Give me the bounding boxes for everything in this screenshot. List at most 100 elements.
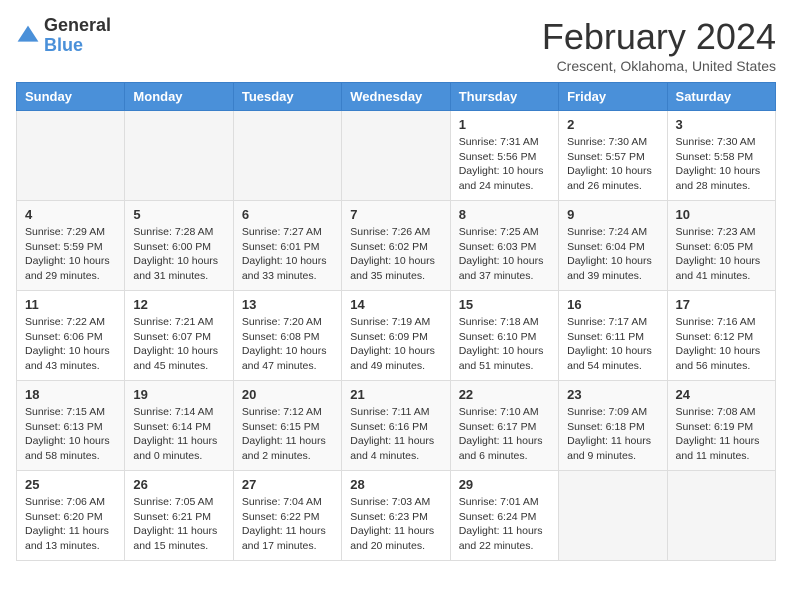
calendar-cell: 4 Sunrise: 7:29 AM Sunset: 5:59 PM Daylig… <box>17 201 125 291</box>
day-info: Sunrise: 7:17 AM Sunset: 6:11 PM Dayligh… <box>567 315 658 374</box>
calendar-cell: 19 Sunrise: 7:14 AM Sunset: 6:14 PM Dayli… <box>125 381 233 471</box>
calendar-cell: 1 Sunrise: 7:31 AM Sunset: 5:56 PM Daylig… <box>450 111 558 201</box>
day-info: Sunrise: 7:29 AM Sunset: 5:59 PM Dayligh… <box>25 225 116 284</box>
day-number: 8 <box>459 207 550 222</box>
day-info: Sunrise: 7:18 AM Sunset: 6:10 PM Dayligh… <box>459 315 550 374</box>
calendar-cell <box>233 111 341 201</box>
col-sunday: Sunday <box>17 83 125 111</box>
day-info: Sunrise: 7:20 AM Sunset: 6:08 PM Dayligh… <box>242 315 333 374</box>
logo-text: General Blue <box>44 16 111 56</box>
day-number: 17 <box>676 297 767 312</box>
day-info: Sunrise: 7:05 AM Sunset: 6:21 PM Dayligh… <box>133 495 224 554</box>
logo-general: General <box>44 16 111 36</box>
day-number: 13 <box>242 297 333 312</box>
title-area: February 2024 Crescent, Oklahoma, United… <box>542 16 776 74</box>
day-number: 2 <box>567 117 658 132</box>
calendar-cell: 5 Sunrise: 7:28 AM Sunset: 6:00 PM Daylig… <box>125 201 233 291</box>
day-number: 28 <box>350 477 441 492</box>
col-tuesday: Tuesday <box>233 83 341 111</box>
day-info: Sunrise: 7:23 AM Sunset: 6:05 PM Dayligh… <box>676 225 767 284</box>
calendar-cell <box>667 471 775 561</box>
calendar-cell <box>17 111 125 201</box>
calendar-cell: 20 Sunrise: 7:12 AM Sunset: 6:15 PM Dayli… <box>233 381 341 471</box>
calendar-cell: 25Sunrise: 7:06 AM Sunset: 6:20 PM Dayli… <box>17 471 125 561</box>
day-info: Sunrise: 7:25 AM Sunset: 6:03 PM Dayligh… <box>459 225 550 284</box>
header: General Blue February 2024 Crescent, Okl… <box>16 16 776 74</box>
day-info: Sunrise: 7:03 AM Sunset: 6:23 PM Dayligh… <box>350 495 441 554</box>
calendar-cell: 9 Sunrise: 7:24 AM Sunset: 6:04 PM Daylig… <box>559 201 667 291</box>
calendar-cell: 21Sunrise: 7:11 AM Sunset: 6:16 PM Dayli… <box>342 381 450 471</box>
day-info: Sunrise: 7:28 AM Sunset: 6:00 PM Dayligh… <box>133 225 224 284</box>
day-number: 19 <box>133 387 224 402</box>
calendar-cell: 26Sunrise: 7:05 AM Sunset: 6:21 PM Dayli… <box>125 471 233 561</box>
calendar-cell: 7 Sunrise: 7:26 AM Sunset: 6:02 PM Daylig… <box>342 201 450 291</box>
calendar-title: February 2024 <box>542 16 776 58</box>
day-number: 16 <box>567 297 658 312</box>
calendar-cell: 16 Sunrise: 7:17 AM Sunset: 6:11 PM Dayli… <box>559 291 667 381</box>
calendar-subtitle: Crescent, Oklahoma, United States <box>542 58 776 74</box>
calendar-cell: 6 Sunrise: 7:27 AM Sunset: 6:01 PM Daylig… <box>233 201 341 291</box>
day-number: 10 <box>676 207 767 222</box>
day-number: 24 <box>676 387 767 402</box>
day-info: Sunrise: 7:26 AM Sunset: 6:02 PM Dayligh… <box>350 225 441 284</box>
header-row: Sunday Monday Tuesday Wednesday Thursday… <box>17 83 776 111</box>
day-number: 21 <box>350 387 441 402</box>
day-number: 7 <box>350 207 441 222</box>
day-info: Sunrise: 7:12 AM Sunset: 6:15 PM Dayligh… <box>242 405 333 464</box>
calendar-cell: 27 Sunrise: 7:04 AM Sunset: 6:22 PM Dayli… <box>233 471 341 561</box>
calendar-cell <box>559 471 667 561</box>
calendar-cell: 28 Sunrise: 7:03 AM Sunset: 6:23 PM Dayli… <box>342 471 450 561</box>
day-number: 4 <box>25 207 116 222</box>
day-number: 9 <box>567 207 658 222</box>
day-number: 6 <box>242 207 333 222</box>
day-number: 23 <box>567 387 658 402</box>
day-info: Sunrise: 7:30 AM Sunset: 5:58 PM Dayligh… <box>676 135 767 194</box>
day-info: Sunrise: 7:31 AM Sunset: 5:56 PM Dayligh… <box>459 135 550 194</box>
day-number: 1 <box>459 117 550 132</box>
col-thursday: Thursday <box>450 83 558 111</box>
calendar-week-3: 11 Sunrise: 7:22 AM Sunset: 6:06 PM Dayli… <box>17 291 776 381</box>
calendar-cell: 29 Sunrise: 7:01 AM Sunset: 6:24 PM Dayli… <box>450 471 558 561</box>
col-saturday: Saturday <box>667 83 775 111</box>
calendar-week-2: 4 Sunrise: 7:29 AM Sunset: 5:59 PM Daylig… <box>17 201 776 291</box>
day-info: Sunrise: 7:22 AM Sunset: 6:06 PM Dayligh… <box>25 315 116 374</box>
day-number: 5 <box>133 207 224 222</box>
day-number: 15 <box>459 297 550 312</box>
logo-blue: Blue <box>44 36 111 56</box>
day-number: 27 <box>242 477 333 492</box>
calendar-cell: 15 Sunrise: 7:18 AM Sunset: 6:10 PM Dayli… <box>450 291 558 381</box>
col-monday: Monday <box>125 83 233 111</box>
day-info: Sunrise: 7:01 AM Sunset: 6:24 PM Dayligh… <box>459 495 550 554</box>
calendar-cell: 23Sunrise: 7:09 AM Sunset: 6:18 PM Dayli… <box>559 381 667 471</box>
calendar-week-4: 18 Sunrise: 7:15 AM Sunset: 6:13 PM Dayli… <box>17 381 776 471</box>
calendar-cell <box>342 111 450 201</box>
day-info: Sunrise: 7:10 AM Sunset: 6:17 PM Dayligh… <box>459 405 550 464</box>
calendar-cell: 13 Sunrise: 7:20 AM Sunset: 6:08 PM Dayli… <box>233 291 341 381</box>
calendar-cell: 24Sunrise: 7:08 AM Sunset: 6:19 PM Dayli… <box>667 381 775 471</box>
day-number: 11 <box>25 297 116 312</box>
calendar-week-1: 1 Sunrise: 7:31 AM Sunset: 5:56 PM Daylig… <box>17 111 776 201</box>
col-wednesday: Wednesday <box>342 83 450 111</box>
day-number: 18 <box>25 387 116 402</box>
calendar-cell: 18 Sunrise: 7:15 AM Sunset: 6:13 PM Dayli… <box>17 381 125 471</box>
day-info: Sunrise: 7:24 AM Sunset: 6:04 PM Dayligh… <box>567 225 658 284</box>
day-number: 14 <box>350 297 441 312</box>
day-info: Sunrise: 7:15 AM Sunset: 6:13 PM Dayligh… <box>25 405 116 464</box>
day-info: Sunrise: 7:30 AM Sunset: 5:57 PM Dayligh… <box>567 135 658 194</box>
day-number: 20 <box>242 387 333 402</box>
calendar-table: Sunday Monday Tuesday Wednesday Thursday… <box>16 82 776 561</box>
day-number: 25 <box>25 477 116 492</box>
calendar-week-5: 25Sunrise: 7:06 AM Sunset: 6:20 PM Dayli… <box>17 471 776 561</box>
calendar-cell: 12Sunrise: 7:21 AM Sunset: 6:07 PM Dayli… <box>125 291 233 381</box>
day-info: Sunrise: 7:04 AM Sunset: 6:22 PM Dayligh… <box>242 495 333 554</box>
day-number: 3 <box>676 117 767 132</box>
day-info: Sunrise: 7:27 AM Sunset: 6:01 PM Dayligh… <box>242 225 333 284</box>
day-info: Sunrise: 7:14 AM Sunset: 6:14 PM Dayligh… <box>133 405 224 464</box>
day-number: 22 <box>459 387 550 402</box>
calendar-cell: 2 Sunrise: 7:30 AM Sunset: 5:57 PM Daylig… <box>559 111 667 201</box>
day-number: 12 <box>133 297 224 312</box>
day-info: Sunrise: 7:19 AM Sunset: 6:09 PM Dayligh… <box>350 315 441 374</box>
day-number: 29 <box>459 477 550 492</box>
logo-icon <box>16 24 40 48</box>
calendar-cell: 14 Sunrise: 7:19 AM Sunset: 6:09 PM Dayli… <box>342 291 450 381</box>
